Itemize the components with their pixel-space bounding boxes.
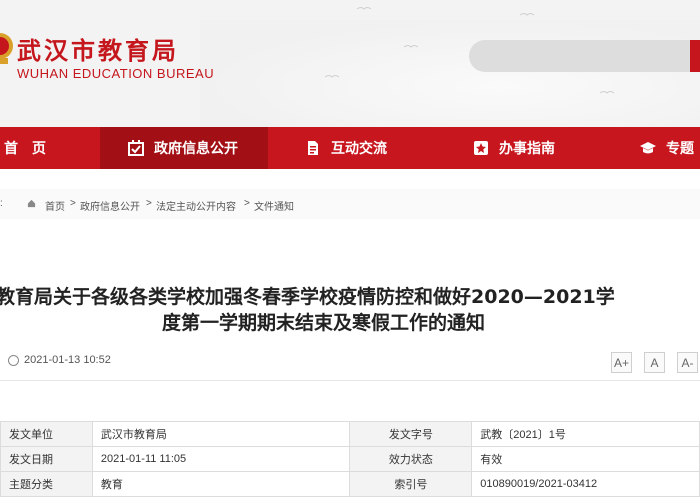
clock-icon (8, 355, 19, 366)
site-header: 武汉市教育局 WUHAN EDUCATION BUREAU (0, 0, 700, 127)
breadcrumb-separator: > (146, 198, 152, 209)
breadcrumb-separator: > (244, 198, 250, 209)
breadcrumb-item-home[interactable]: 首页 (45, 198, 65, 213)
breadcrumb-item-statutory[interactable]: 法定主动公开内容 (156, 198, 236, 213)
emblem-icon (0, 33, 13, 64)
site-subtitle: WUHAN EDUCATION BUREAU (17, 66, 215, 81)
header-background (200, 20, 700, 127)
bird-decoration-icon (357, 7, 371, 10)
article-title-line1: 教育局关于各级各类学校加强冬春季学校疫情防控和做好2020—2021学 (0, 286, 615, 308)
nav-item-label: 专题 (666, 141, 694, 157)
table-row: 发文日期 2021-01-11 11:05 效力状态 有效 (0, 446, 700, 472)
site-title: 武汉市教育局 (17, 37, 179, 65)
bird-decoration-icon (325, 75, 339, 78)
divider (0, 380, 700, 381)
star-icon (474, 141, 488, 155)
info-label: 发文日期 (0, 446, 93, 472)
document-icon (308, 141, 318, 155)
nav-item-label: 互动交流 (331, 141, 387, 157)
info-label: 索引号 (349, 471, 473, 497)
search-button[interactable] (690, 40, 700, 72)
info-label: 主题分类 (0, 471, 93, 497)
info-value: 教育 (91, 471, 351, 497)
search-input[interactable] (469, 40, 700, 72)
info-label: 效力状态 (349, 446, 473, 472)
font-size-increase-button[interactable]: A+ (611, 352, 632, 373)
nav-item-interaction[interactable]: 互动交流 (305, 127, 445, 169)
font-size-decrease-button[interactable]: A- (677, 352, 698, 373)
font-size-default-button[interactable]: A (644, 352, 665, 373)
page: 武汉市教育局 WUHAN EDUCATION BUREAU 首 页 政府信息公开 (0, 0, 700, 500)
calendar-check-icon (128, 140, 144, 156)
breadcrumb: : 首页 > 政府信息公开 > 法定主动公开内容 > 文件通知 (0, 189, 700, 219)
info-label: 发文字号 (349, 421, 473, 447)
table-row: 发文单位 武汉市教育局 发文字号 武教〔2021〕1号 (0, 421, 700, 447)
info-value: 武汉市教育局 (91, 421, 351, 447)
info-value: 010890019/2021-03412 (471, 471, 700, 497)
nav-item-guide[interactable]: 办事指南 (473, 127, 613, 169)
info-label: 发文单位 (0, 421, 93, 447)
info-value: 武教〔2021〕1号 (471, 421, 700, 447)
breadcrumb-item-gov-info[interactable]: 政府信息公开 (80, 198, 140, 213)
main-nav: 首 页 政府信息公开 互动交流 办事指南 专题 (0, 127, 700, 169)
graduation-cap-icon (640, 142, 656, 154)
nav-item-label: 政府信息公开 (154, 141, 238, 157)
home-icon (27, 199, 36, 208)
document-info-table: 发文单位 武汉市教育局 发文字号 武教〔2021〕1号 发文日期 2021-01… (0, 421, 700, 497)
info-value: 有效 (471, 446, 700, 472)
breadcrumb-separator: : (0, 198, 3, 209)
bird-decoration-icon (520, 13, 534, 16)
breadcrumb-separator: > (70, 198, 76, 209)
info-value: 2021-01-11 11:05 (91, 446, 351, 472)
bird-decoration-icon (600, 91, 614, 94)
publish-date: 2021-01-13 10:52 (24, 354, 111, 366)
table-row: 主题分类 教育 索引号 010890019/2021-03412 (0, 471, 700, 497)
breadcrumb-item-notices[interactable]: 文件通知 (254, 198, 294, 213)
nav-item-gov-info[interactable]: 政府信息公开 (100, 127, 268, 169)
nav-item-label: 首 页 (4, 141, 46, 157)
nav-item-topics[interactable]: 专题 (640, 127, 700, 169)
nav-item-label: 办事指南 (499, 141, 555, 157)
article-title-line2: 度第一学期期末结束及寒假工作的通知 (162, 312, 486, 334)
bird-decoration-icon (404, 45, 418, 48)
nav-item-home[interactable]: 首 页 (0, 127, 100, 169)
